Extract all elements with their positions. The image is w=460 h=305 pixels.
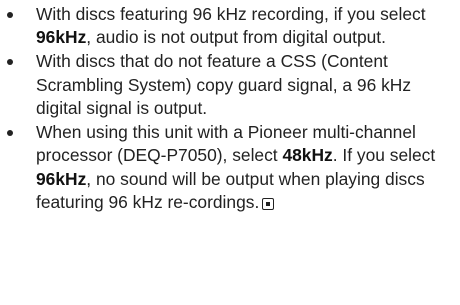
setting-96khz-label: 96kHz — [36, 168, 87, 189]
section-end-icon — [262, 198, 275, 211]
bullet-item-css-copy-guard: With discs that do not feature a CSS (Co… — [0, 50, 460, 120]
bullet-dot-icon — [7, 130, 13, 137]
bullet-text: With discs featuring 96 kHz recording, i… — [36, 4, 426, 48]
bullet-text: With discs that do not feature a CSS (Co… — [36, 51, 412, 119]
setting-48khz-label: 48kHz — [282, 145, 333, 166]
bullet-dot-icon — [7, 59, 13, 66]
bullet-dot-icon — [7, 12, 13, 18]
setting-96khz-label: 96kHz — [36, 27, 87, 48]
bullet-text: When using this unit with a Pioneer mult… — [36, 122, 436, 213]
note-bullet-list: With discs featuring 96 kHz recording, i… — [0, 3, 460, 215]
bullet-item-pioneer-processor: When using this unit with a Pioneer mult… — [0, 121, 460, 215]
bullet-item-96khz-recording: With discs featuring 96 kHz recording, i… — [0, 3, 460, 50]
